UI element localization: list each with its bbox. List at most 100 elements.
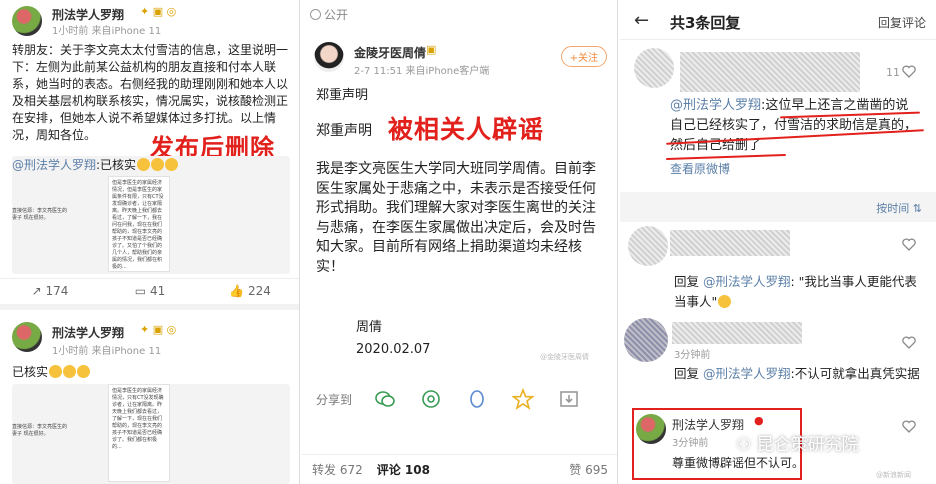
reply-body: :不认可就拿出真凭实据 [790, 366, 920, 381]
tab-like[interactable]: 赞 695 [569, 461, 608, 478]
comment-icon: ▭ [134, 284, 147, 298]
sort-by-time-button[interactable]: 按时间 ⇅ [876, 200, 922, 216]
boxed-author-name[interactable]: 刑法学人罗翔 [672, 416, 744, 433]
like-count: 224 [247, 284, 271, 298]
verified-badge-icon: ● [754, 414, 764, 427]
author-avatar[interactable] [636, 414, 666, 444]
heart-icon[interactable] [902, 65, 916, 78]
quote-mention[interactable]: @刑法学人罗翔 [12, 158, 96, 172]
wechat-logo-icon: ⚇ [736, 435, 757, 455]
author-name[interactable]: 刑法学人罗翔 [52, 6, 124, 23]
heart-icon[interactable] [902, 238, 916, 251]
author-name[interactable]: 刑法学人罗翔 [52, 324, 124, 341]
wechat-watermark-text: 昆仑策研究院 [756, 435, 859, 455]
quoted-post[interactable]: @刑法学人罗翔:已核实 直接信源：李文亮医生的妻子 现在很好。 但是李医生的家属… [12, 156, 290, 274]
cry-emoji-icon [151, 158, 165, 171]
comment-button[interactable]: ▭ 41 [100, 279, 200, 302]
reply-prefix: 回复 [674, 366, 703, 381]
back-arrow-icon[interactable]: ← [634, 10, 649, 31]
view-original-link[interactable]: 查看原微博 [670, 160, 730, 178]
boxed-time: 3分钟前 [672, 438, 709, 449]
reply-comment-button[interactable]: 回复评论 [878, 14, 926, 31]
obscured-username [680, 52, 860, 92]
verified-badges-icon: ✦ ▣ ◎ [140, 5, 177, 18]
repost-count: 174 [45, 284, 69, 298]
post-tabs: 转发 672 评论 108 赞 695 [302, 454, 617, 484]
follow-button[interactable]: +关注 [560, 46, 607, 67]
thumbs-up-icon: 👍 [229, 284, 245, 298]
author-avatar[interactable] [314, 42, 344, 72]
verified-badge-icon: ▣ [426, 43, 437, 56]
post-meta: 1小时前 来自iPhone 11 [52, 26, 162, 37]
signature-date: 2020.02.07 [356, 342, 431, 357]
visibility-indicator: 公开 [310, 6, 348, 23]
reply-count-title: 共3条回复 [670, 14, 741, 32]
thumb-right-text: 但是李医生的家属经济情况，只有CT没发现确诊者，让在家隔离。昨天晚上我们都去看过… [112, 388, 164, 450]
thumb-left-text: 直接信源：李文亮医生的妻子 现在很好。 [12, 424, 68, 437]
wechat-watermark: ⚇ 昆仑策研究院 [736, 430, 859, 455]
post-meta: 2-7 11:51 来自iPhone客户端 [354, 66, 490, 77]
qq-icon[interactable] [466, 388, 488, 410]
thumb-left-text: 直接信源：李文亮医生的妻子 现在很好。 [12, 208, 68, 221]
comment-count: 41 [149, 284, 166, 298]
sort-icon: ⇅ [912, 202, 922, 215]
right-screenshot-panel: ← 共3条回复 回复评论 11 @刑法学人罗翔:这位早上还言之凿凿的说自己已经核… [620, 0, 936, 484]
reply-header: ← 共3条回复 回复评论 [620, 0, 936, 40]
cry-emoji-icon [137, 158, 151, 171]
obscured-avatar [634, 48, 674, 88]
middle-screenshot-panel: 公开 金陵牙医周倩 ▣ 2-7 11:51 来自iPhone客户端 +关注 郑重… [302, 0, 618, 484]
left-screenshot-panel: 刑法学人罗翔 ✦ ▣ ◎ 1小时前 来自iPhone 11 转朋友：关于李文亮太… [0, 0, 300, 484]
reply-2-text: 回复 @刑法学人罗翔: "我比当事人更能代表当事人" [674, 272, 922, 312]
verified-text: 已核实 [12, 365, 49, 379]
reply-mention[interactable]: @刑法学人罗翔 [670, 98, 761, 113]
tab-repost[interactable]: 转发 672 [312, 461, 363, 478]
reply-mention[interactable]: @刑法学人罗翔 [703, 366, 791, 381]
share-label: 分享到 [316, 392, 353, 407]
tab-comment[interactable]: 评论 108 [377, 461, 430, 478]
thumb-right-text: 但是李医生的家属经济情况，但是李医生的家属条件有限，只有CT没发现确诊者，让在家… [112, 180, 164, 270]
boxed-reply-text: 尊重微博辟谣但不认可。 [672, 456, 805, 470]
quote-text: :已核实 [96, 158, 137, 172]
heart-icon[interactable] [902, 336, 916, 349]
post-divider [0, 304, 299, 310]
chat-screenshot-thumbnail[interactable]: 但是李医生的家属经济情况，但是李医生的家属条件有限，只有CT没发现确诊者，让在家… [108, 176, 170, 272]
moments-icon[interactable] [420, 388, 442, 410]
obscured-avatar [624, 318, 668, 362]
verified-badges-icon: ✦ ▣ ◎ [140, 323, 177, 336]
qzone-star-icon[interactable] [512, 388, 535, 410]
globe-icon [310, 9, 321, 20]
obscured-avatar [628, 226, 668, 266]
cry-emoji-icon [77, 365, 91, 378]
image-attachment[interactable]: 直接信源：李文亮医生的妻子 现在很好。 但是李医生的家属经济情况，只有CT没发现… [12, 384, 290, 484]
quote-line: @刑法学人罗翔:已核实 [12, 156, 179, 173]
like-button[interactable]: 👍 224 [200, 279, 299, 302]
share-row: 分享到 [316, 388, 606, 410]
like-count: 11 [886, 66, 900, 79]
debunk-annotation: 被相关人辟谣 [388, 115, 545, 144]
image-watermark: @金陵牙医周倩 [540, 353, 589, 361]
cry-emoji-icon [49, 365, 63, 378]
reply-time: 3分钟前 [674, 350, 711, 361]
sort-bar: 按时间 ⇅ [620, 192, 936, 222]
first-reply-text: @刑法学人罗翔:这位早上还言之凿凿的说自己已经核实了，付雪洁的求助信是真的，然后… [670, 96, 918, 156]
statement-body: 我是李文亮医生大学同大班同学周倩。目前李医生家属处于悲痛之中，未表示是否接受任何… [316, 161, 596, 275]
cry-emoji-icon [165, 158, 179, 171]
author-name[interactable]: 金陵牙医周倩 [354, 44, 426, 61]
cry-emoji-icon [63, 365, 77, 378]
author-avatar[interactable] [12, 6, 42, 36]
chat-screenshot-thumbnail[interactable]: 但是李医生的家属经济情况，只有CT没发现确诊者，让在家隔离。昨天晚上我们都去看过… [108, 384, 170, 482]
wechat-icon[interactable] [374, 388, 396, 410]
post-text: 已核实 [12, 364, 290, 381]
obscured-username [670, 230, 790, 256]
reply-mention[interactable]: @刑法学人罗翔 [703, 274, 791, 289]
post-meta: 1小时前 来自iPhone 11 [52, 346, 162, 357]
reply-3-text: 回复 @刑法学人罗翔:不认可就拿出真凭实据 [674, 364, 924, 384]
repost-icon: ↗ [31, 284, 42, 298]
signature-name: 周倩 [356, 320, 383, 335]
statement-heading: 郑重声明 [316, 88, 369, 103]
heart-icon[interactable] [902, 420, 916, 433]
save-image-icon[interactable] [558, 388, 580, 410]
repost-button[interactable]: ↗ 174 [0, 279, 100, 302]
author-avatar[interactable] [12, 322, 42, 352]
obscured-username [672, 322, 802, 344]
